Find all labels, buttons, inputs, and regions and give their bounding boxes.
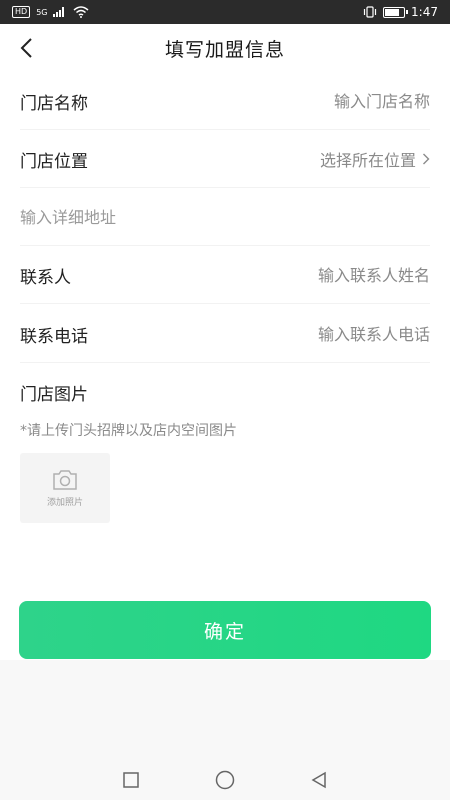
detail-address-input[interactable] xyxy=(20,207,430,227)
status-bar: HD 5G 1:47 xyxy=(0,0,450,24)
location-value: 选择所在位置 xyxy=(319,151,416,170)
system-back-button[interactable] xyxy=(307,768,331,792)
clock: 1:47 xyxy=(411,5,438,19)
location-picker[interactable]: 选择所在位置 xyxy=(320,147,430,171)
status-right: 1:47 xyxy=(363,5,438,19)
vibrate-icon xyxy=(363,6,377,18)
home-button[interactable] xyxy=(213,768,237,792)
back-button[interactable] xyxy=(8,30,44,66)
photos-title: 门店图片 xyxy=(20,385,88,405)
chevron-left-icon xyxy=(20,38,32,58)
signal-icon xyxy=(53,7,65,17)
triangle-back-icon xyxy=(311,771,326,789)
add-photo-button[interactable]: 添加照片 xyxy=(20,453,110,523)
chevron-right-icon xyxy=(423,153,430,165)
photos-hint: *请上传门头招牌以及店内空间图片 xyxy=(20,423,237,439)
contact-row: 联系人 xyxy=(0,246,450,304)
recent-apps-button[interactable] xyxy=(119,768,143,792)
nav-bar: 填写加盟信息 xyxy=(0,24,450,72)
phone-row: 联系电话 xyxy=(0,305,450,363)
circle-icon xyxy=(215,770,235,790)
store-name-input[interactable] xyxy=(210,91,430,111)
phone-label: 联系电话 xyxy=(20,326,88,347)
upload-label: 添加照片 xyxy=(46,497,83,508)
store-name-row: 门店名称 xyxy=(0,72,450,130)
hd-badge: HD xyxy=(12,6,31,18)
detail-address-row xyxy=(0,188,450,246)
store-location-row[interactable]: 门店位置 选择所在位置 xyxy=(0,130,450,188)
square-icon xyxy=(123,772,139,788)
contact-label: 联系人 xyxy=(20,267,71,288)
confirm-button[interactable]: 确定 xyxy=(19,601,431,659)
contact-input[interactable] xyxy=(210,265,430,285)
camera-icon xyxy=(53,469,77,490)
wifi-icon xyxy=(73,6,89,18)
store-location-label: 门店位置 xyxy=(20,151,88,172)
bottom-spacer xyxy=(0,660,450,760)
status-left: HD 5G xyxy=(12,6,89,18)
store-name-label: 门店名称 xyxy=(20,93,88,114)
system-nav-bar xyxy=(0,760,450,800)
phone-input[interactable] xyxy=(210,324,430,344)
page-title: 填写加盟信息 xyxy=(164,38,285,61)
battery-icon xyxy=(383,6,409,18)
network-type: 5G xyxy=(36,7,48,17)
